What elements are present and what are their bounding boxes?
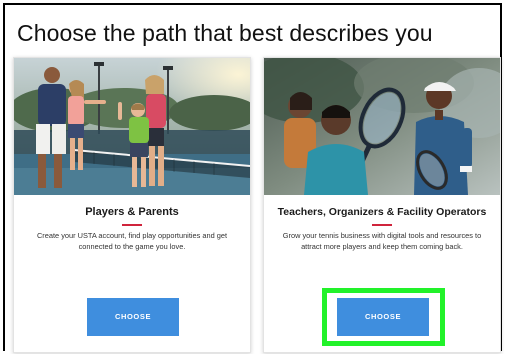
card-description: Grow your tennis business with digital t… (282, 231, 482, 251)
tennis-coach-photo (264, 58, 500, 195)
card-players-parents: Players & Parents Create your USTA accou… (13, 57, 251, 353)
heading-divider (122, 224, 142, 226)
page-title: Choose the path that best describes you (17, 20, 433, 46)
heading-divider (372, 224, 392, 226)
tennis-family-photo (14, 58, 250, 195)
card-heading: Teachers, Organizers & Facility Operator… (277, 206, 487, 218)
choose-button-teachers-organizers[interactable]: CHOOSE (337, 298, 429, 336)
card-teachers-organizers: Teachers, Organizers & Facility Operator… (263, 57, 501, 353)
card-description: Create your USTA account, find play oppo… (36, 231, 228, 251)
choose-button-players-parents[interactable]: CHOOSE (87, 298, 179, 336)
card-heading: Players & Parents (85, 206, 179, 218)
